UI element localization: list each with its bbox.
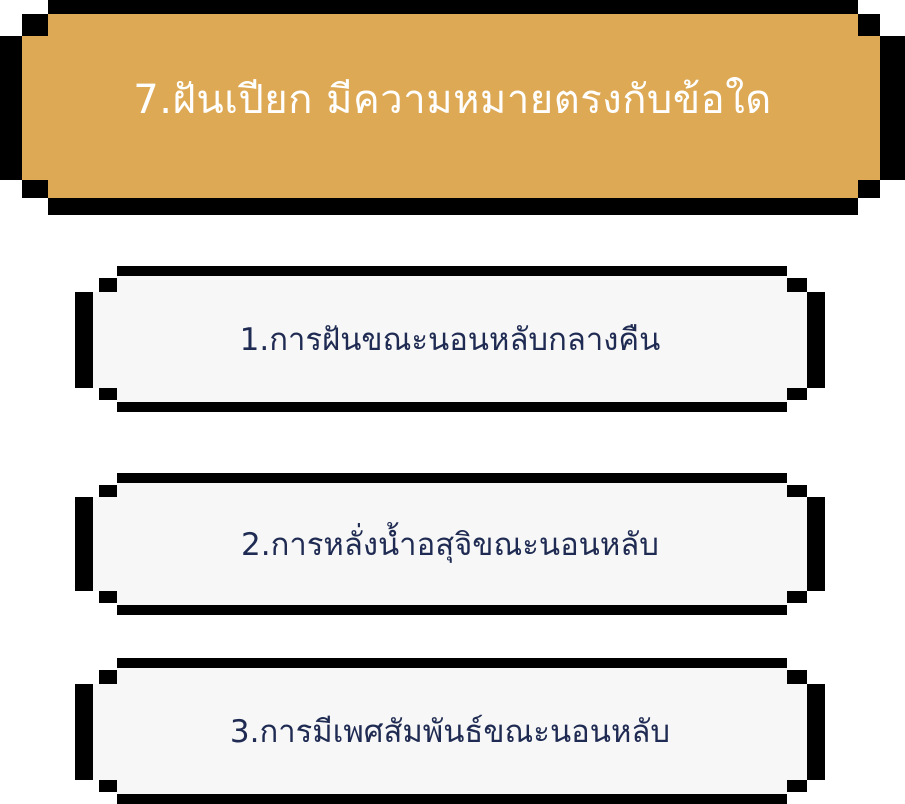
answer-option-1[interactable]: 1.การฝันขณะนอนหลับกลางคืน bbox=[75, 266, 825, 412]
answer-option-3-label: 3.การมีเพศสัมพันธ์ขณะนอนหลับ bbox=[229, 714, 671, 750]
question-box: 7.ฝันเปียก มีความหมายตรงกับข้อใด bbox=[0, 0, 905, 215]
answer-option-1-label: 1.การฝันขณะนอนหลับกลางคืน bbox=[239, 322, 661, 358]
answer-option-2[interactable]: 2.การหลั่งน้ำอสุจิขณะนอนหลับ bbox=[75, 473, 825, 615]
answer-option-3[interactable]: 3.การมีเพศสัมพันธ์ขณะนอนหลับ bbox=[75, 658, 825, 804]
answer-option-2-label: 2.การหลั่งน้ำอสุจิขณะนอนหลับ bbox=[241, 527, 659, 563]
question-text: 7.ฝันเปียก มีความหมายตรงกับข้อใด bbox=[133, 77, 772, 123]
